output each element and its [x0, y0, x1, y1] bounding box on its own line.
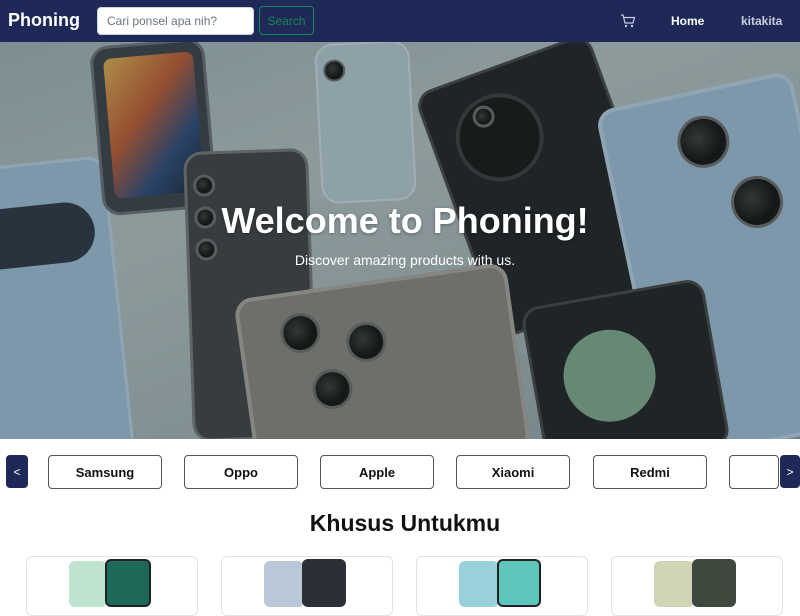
cart-icon[interactable] — [620, 13, 636, 29]
brand-button-apple[interactable]: Apple — [320, 455, 434, 489]
brand-button-redmi[interactable]: Redmi — [593, 455, 707, 489]
brands-prev-button[interactable]: < — [6, 455, 28, 488]
product-card[interactable] — [221, 556, 393, 616]
hero-subtitle: Discover amazing products with us. — [294, 252, 516, 268]
brand-button-next-partial[interactable] — [729, 455, 779, 489]
brand-logo[interactable]: Phoning — [8, 10, 80, 31]
product-card[interactable] — [26, 556, 198, 616]
navbar: Phoning Search Home kitakita — [0, 0, 800, 42]
nav-home-link[interactable]: Home — [671, 14, 704, 28]
search-input[interactable] — [97, 7, 254, 35]
brand-button-oppo[interactable]: Oppo — [184, 455, 298, 489]
nav-user-link[interactable]: kitakita — [741, 14, 782, 28]
brands-next-button[interactable]: > — [780, 455, 800, 488]
hero-banner: Welcome to Phoning! Discover amazing pro… — [0, 42, 800, 439]
product-card[interactable] — [611, 556, 783, 616]
product-card[interactable] — [416, 556, 588, 616]
section-title: Khusus Untukmu — [309, 510, 501, 536]
brand-button-xiaomi[interactable]: Xiaomi — [456, 455, 570, 489]
brand-button-samsung[interactable]: Samsung — [48, 455, 162, 489]
search-button[interactable]: Search — [259, 6, 314, 35]
hero-title: Welcome to Phoning! — [221, 200, 589, 241]
